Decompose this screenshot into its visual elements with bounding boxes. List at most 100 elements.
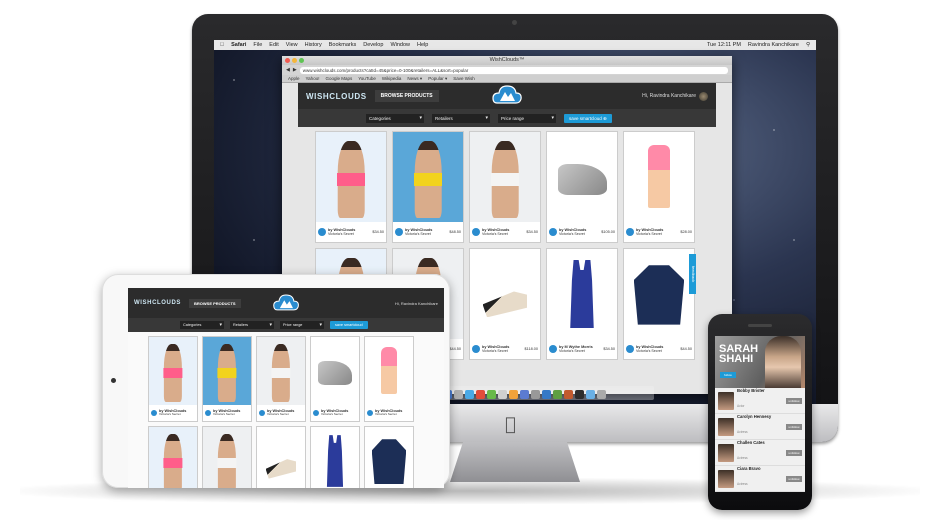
product-image[interactable]	[203, 337, 251, 405]
messages-icon[interactable]	[486, 390, 496, 399]
retailers-dropdown[interactable]: Retailers	[230, 321, 274, 329]
minimize-window-icon[interactable]	[292, 58, 297, 63]
product-image[interactable]	[547, 132, 617, 222]
product-image[interactable]	[149, 427, 197, 488]
product-card[interactable]: by WishClouds Victoria's Secret	[148, 336, 198, 422]
price-range-dropdown[interactable]: Price range	[498, 113, 556, 123]
product-card[interactable]	[364, 426, 414, 488]
bookmark-item[interactable]: News ▾	[407, 76, 422, 82]
unfollow-button[interactable]: unfollow	[786, 397, 802, 404]
product-image[interactable]	[316, 132, 386, 222]
browse-products-button[interactable]: BROWSE PRODUCTS	[374, 90, 439, 102]
excel-icon[interactable]	[552, 390, 562, 399]
celebrity-row[interactable]: Ciara Bravo Actress unfollow	[715, 466, 805, 492]
downloads-icon[interactable]	[585, 390, 595, 399]
retailers-dropdown[interactable]: Retailers	[432, 113, 490, 123]
product-card[interactable]: by WishClouds Victoria's Secret $118.00	[469, 248, 541, 360]
product-image[interactable]	[365, 427, 413, 488]
product-card[interactable]	[202, 426, 252, 488]
trash-icon[interactable]	[596, 390, 606, 399]
product-card[interactable]	[310, 426, 360, 488]
app-store-icon[interactable]	[519, 390, 529, 399]
menu-history[interactable]: History	[305, 42, 322, 48]
bookmark-item[interactable]: Popular ▾	[428, 76, 447, 82]
apple-menu-icon[interactable]: 	[220, 42, 224, 48]
chrome-icon[interactable]	[475, 390, 485, 399]
menu-develop[interactable]: Develop	[363, 42, 383, 48]
product-image[interactable]	[311, 337, 359, 405]
product-image[interactable]	[149, 337, 197, 405]
unfollow-button[interactable]: unfollow	[786, 449, 802, 456]
follow-button[interactable]: follow	[720, 372, 736, 378]
product-image[interactable]	[365, 337, 413, 405]
celebrity-row[interactable]: Carolyn Hennesy Actress unfollow	[715, 414, 805, 440]
terminal-icon[interactable]	[574, 390, 584, 399]
product-image[interactable]	[547, 249, 617, 339]
wishclouds-logo-icon[interactable]	[272, 290, 300, 314]
menu-app[interactable]: Safari	[231, 42, 246, 48]
product-card[interactable]: by M Wythe Morris Victoria's Secret $34.50	[546, 248, 618, 360]
save-smartcloud-button[interactable]: save smartcloud ⊕	[564, 113, 612, 123]
back-icon[interactable]: ◀	[286, 67, 290, 73]
product-card[interactable]: by WishClouds Victoria's Secret $34.50	[315, 131, 387, 243]
menu-window[interactable]: Window	[390, 42, 410, 48]
unfollow-button[interactable]: unfollow	[786, 475, 802, 482]
zoom-window-icon[interactable]	[299, 58, 304, 63]
celebrity-row[interactable]: Bobby Brister Actor unfollow	[715, 388, 805, 414]
categories-dropdown[interactable]: Categories	[180, 321, 224, 329]
bookmark-item[interactable]: Save Wish	[453, 76, 475, 81]
product-card[interactable]: by WishClouds Victoria's Secret $34.50	[469, 131, 541, 243]
product-image[interactable]	[257, 427, 305, 488]
menubar-user[interactable]: Ravindra Kanchikare	[748, 42, 799, 48]
product-card[interactable]: by WishClouds Victoria's Secret $44.50	[623, 248, 695, 360]
menu-help[interactable]: Help	[417, 42, 428, 48]
close-window-icon[interactable]	[285, 58, 290, 63]
mail-icon[interactable]	[497, 390, 507, 399]
product-card[interactable]: by WishClouds Victoria's Secret	[256, 336, 306, 422]
price-range-dropdown[interactable]: Price range	[280, 321, 324, 329]
avatar[interactable]	[699, 91, 708, 101]
menu-edit[interactable]: Edit	[269, 42, 278, 48]
categories-dropdown[interactable]: Categories	[366, 113, 424, 123]
product-card[interactable]	[256, 426, 306, 488]
product-image[interactable]	[624, 249, 694, 339]
photos-icon[interactable]	[508, 390, 518, 399]
menu-view[interactable]: View	[286, 42, 298, 48]
site-logo[interactable]: WISHCLOUDS	[306, 92, 367, 101]
product-card[interactable]: by WishClouds Victoria's Secret	[310, 336, 360, 422]
menubar-clock[interactable]: Tue 12:11 PM	[707, 42, 741, 48]
product-card[interactable]	[148, 426, 198, 488]
powerpoint-icon[interactable]	[563, 390, 573, 399]
menu-file[interactable]: File	[253, 42, 262, 48]
forward-icon[interactable]: ▶	[293, 67, 297, 73]
preferences-icon[interactable]	[530, 390, 540, 399]
browse-products-button[interactable]: BROWSE PRODUCTS	[189, 298, 241, 308]
bookmark-item[interactable]: YouTube	[358, 76, 376, 81]
product-image[interactable]	[203, 427, 251, 488]
user-greeting[interactable]: Hi, Ravindra Kanchikare	[642, 91, 708, 101]
bookmark-item[interactable]: Apple	[288, 76, 300, 81]
save-smartcloud-button[interactable]: save smartcloud	[330, 321, 368, 329]
address-bar[interactable]: www.wishclouds.com/products?catId=45&pri…	[299, 66, 728, 74]
product-card[interactable]: by WishClouds Victoria's Secret $105.00	[546, 131, 618, 243]
user-greeting[interactable]: Hi, Ravindra Kanchikare	[395, 301, 438, 306]
word-icon[interactable]	[541, 390, 551, 399]
product-card[interactable]: by WishClouds Victoria's Secret	[202, 336, 252, 422]
wishclouds-logo-icon[interactable]	[491, 81, 523, 107]
celebrity-row[interactable]: Challen Cates Actress unfollow	[715, 440, 805, 466]
product-card[interactable]: by WishClouds Victoria's Secret $28.00	[623, 131, 695, 243]
unfollow-button[interactable]: unfollow	[786, 423, 802, 430]
product-card[interactable]: by WishClouds Victoria's Secret $48.50	[392, 131, 464, 243]
product-image[interactable]	[624, 132, 694, 222]
launchpad-icon[interactable]	[453, 390, 463, 399]
safari-icon[interactable]	[464, 390, 474, 399]
spotlight-icon[interactable]: ⚲	[806, 42, 810, 48]
bookmark-item[interactable]: Yahoo!	[306, 76, 320, 81]
site-logo[interactable]: WISHCLOUDS	[134, 300, 181, 306]
product-image[interactable]	[470, 249, 540, 339]
product-image[interactable]	[393, 132, 463, 222]
product-image[interactable]	[311, 427, 359, 488]
product-card[interactable]: by WishClouds Victoria's Secret	[364, 336, 414, 422]
bookmark-item[interactable]: Google Maps	[325, 76, 352, 81]
product-image[interactable]	[257, 337, 305, 405]
